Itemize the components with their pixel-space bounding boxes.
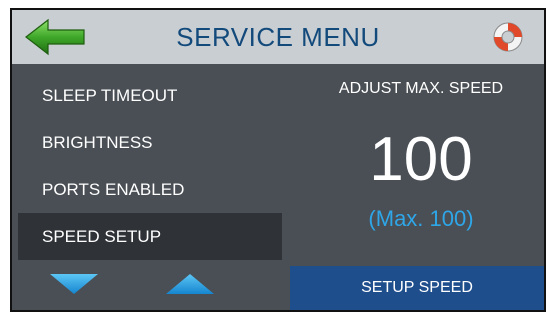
triangle-down-icon[interactable]: [48, 272, 100, 296]
menu-item-ports-enabled[interactable]: PORTS ENABLED: [18, 166, 282, 213]
triangle-up-icon[interactable]: [164, 272, 216, 296]
speed-max-label: (Max. 100): [368, 206, 474, 231]
menu-item-speed-setup[interactable]: SPEED SETUP: [18, 213, 282, 260]
speed-value-display: 100: [369, 125, 473, 194]
lifebuoy-icon[interactable]: [492, 21, 524, 53]
adjust-max-speed-label: ADJUST MAX. SPEED: [338, 80, 504, 97]
page-title: SERVICE MENU: [176, 22, 380, 52]
device-screen: SERVICE MENU SLEEP TIMEOUT BRIGHTNESS PO…: [10, 8, 546, 312]
menu-item-brightness[interactable]: BRIGHTNESS: [18, 119, 282, 166]
service-menu-list: SLEEP TIMEOUT BRIGHTNESS PORTS ENABLED S…: [18, 72, 282, 260]
header-bar: SERVICE MENU: [12, 10, 544, 64]
setup-speed-button[interactable]: SETUP SPEED: [290, 266, 544, 310]
menu-item-sleep-timeout[interactable]: SLEEP TIMEOUT: [18, 72, 282, 119]
